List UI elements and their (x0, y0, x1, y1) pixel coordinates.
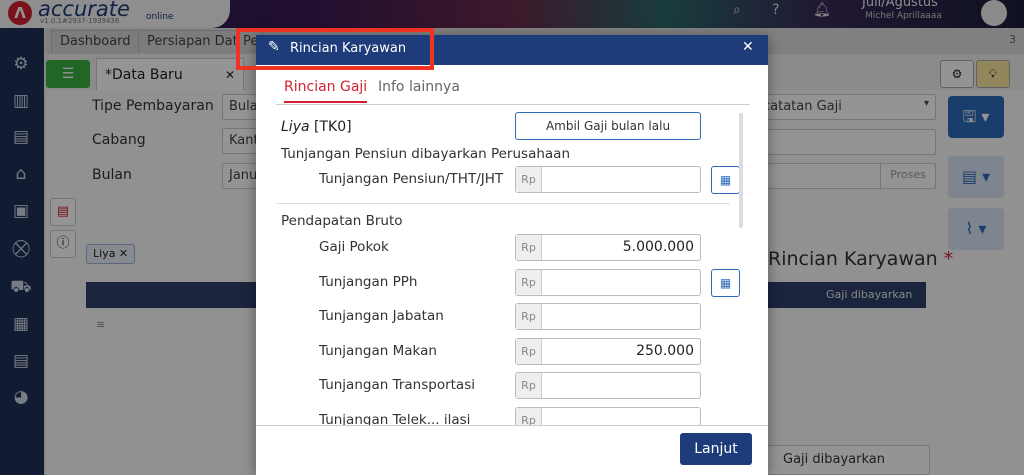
rincian-karyawan-dialog: ✎ Rincian Karyawan ✕ Rincian Gaji Info l… (256, 35, 768, 475)
ambil-gaji-button[interactable]: Ambil Gaji bulan lalu (515, 112, 701, 140)
currency-label: Rp (516, 304, 542, 329)
employee-code: [TK0] (314, 119, 352, 135)
currency-label: Rp (516, 373, 542, 398)
makan-label: Tunjangan Makan (319, 343, 437, 359)
jabatan-input[interactable]: Rp (515, 303, 701, 330)
divider (276, 203, 730, 204)
makan-input[interactable]: Rp 250.000 (515, 338, 701, 365)
dialog-body: Liya [TK0] Ambil Gaji bulan lalu Tunjang… (256, 107, 768, 425)
highlight-box (236, 28, 434, 70)
transport-label: Tunjangan Transportasi (319, 377, 475, 393)
partial-label: Tunjangan Telek... ilasi (319, 412, 471, 425)
scrollbar[interactable] (739, 113, 743, 228)
gaji-pokok-label: Gaji Pokok (319, 239, 389, 255)
pensiun-input[interactable]: Rp (515, 166, 701, 193)
section-pensiun: Tunjangan Pensiun dibayarkan Perusahaan (281, 146, 570, 162)
tab-info-lainnya[interactable]: Info lainnya (378, 79, 460, 95)
tab-rincian-gaji[interactable]: Rincian Gaji (284, 79, 368, 103)
next-button[interactable]: Lanjut (680, 433, 752, 465)
section-bruto: Pendapatan Bruto (281, 213, 403, 229)
currency-label: Rp (516, 270, 542, 295)
gaji-pokok-value: 5.000.000 (622, 239, 694, 255)
dialog-tabs: Rincian Gaji Info lainnya (276, 73, 750, 105)
transport-input[interactable]: Rp (515, 372, 701, 399)
calculator-icon[interactable]: ▦ (711, 166, 740, 194)
gaji-pokok-input[interactable]: Rp 5.000.000 (515, 234, 701, 261)
close-icon[interactable]: ✕ (742, 39, 754, 55)
dialog-footer: Lanjut (256, 425, 768, 475)
partial-input[interactable]: Rp (515, 407, 701, 425)
employee-name: Liya [TK0] (281, 119, 352, 135)
pph-input[interactable]: Rp (515, 269, 701, 296)
pensiun-label: Tunjangan Pensiun/THT/JHT (319, 171, 504, 187)
currency-label: Rp (516, 408, 542, 425)
pph-label: Tunjangan PPh (319, 274, 418, 290)
jabatan-label: Tunjangan Jabatan (319, 308, 444, 324)
makan-value: 250.000 (636, 343, 694, 359)
currency-label: Rp (516, 167, 542, 192)
currency-label: Rp (516, 235, 542, 260)
employee-name-text: Liya (281, 119, 310, 135)
currency-label: Rp (516, 339, 542, 364)
calculator-icon[interactable]: ▦ (711, 269, 740, 297)
